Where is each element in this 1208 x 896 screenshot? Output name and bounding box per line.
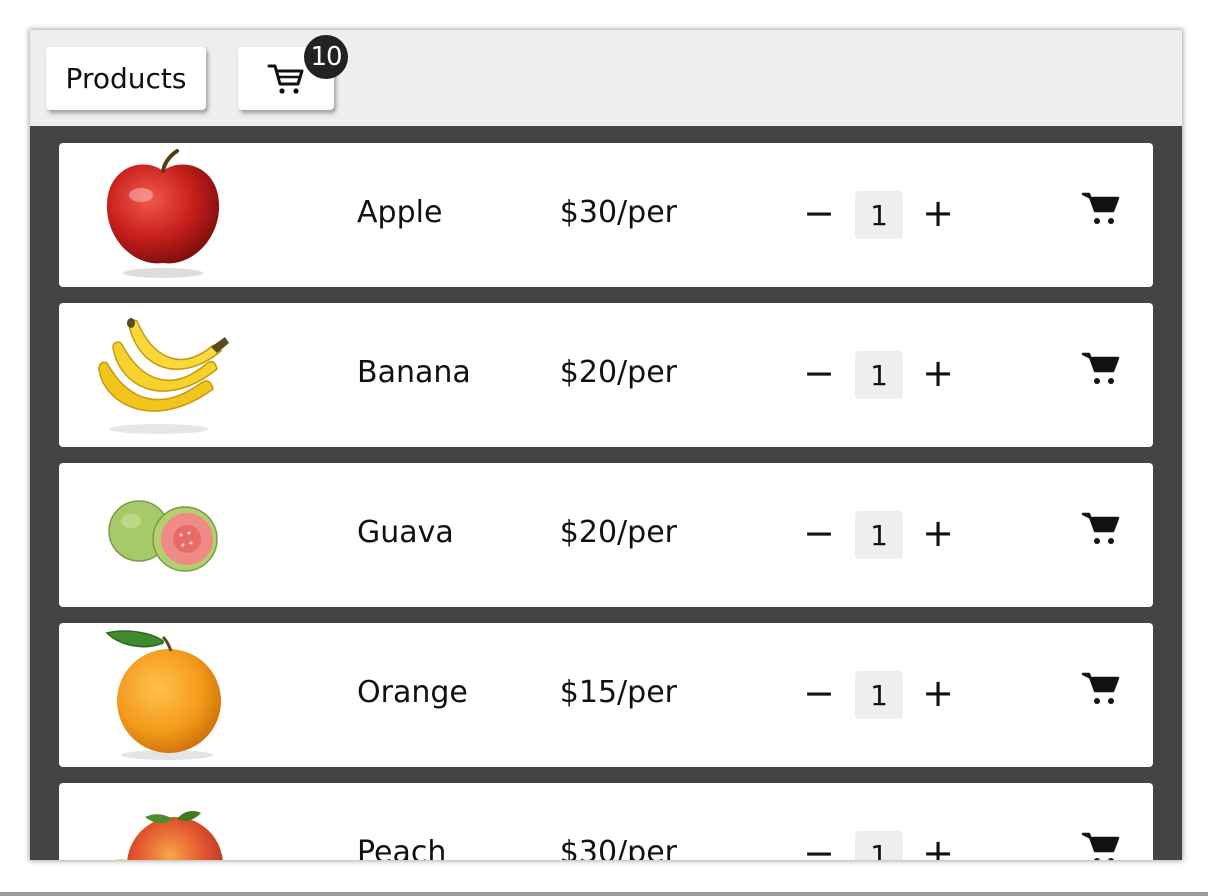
quantity-value: 1 [855, 511, 903, 559]
product-price: $30/per [559, 835, 677, 860]
quantity-value: 1 [855, 351, 903, 399]
increase-quantity-button[interactable]: + [918, 349, 958, 397]
quantity-value: 1 [855, 671, 903, 719]
peach-image [114, 811, 223, 860]
banana-image [98, 318, 229, 434]
product-row-apple: Apple $30/per − 1 + [59, 143, 1153, 287]
cart-button[interactable]: 10 [238, 35, 348, 110]
decrease-quantity-button[interactable]: − [799, 509, 839, 557]
apple-image [106, 149, 220, 278]
decrease-quantity-button[interactable]: − [799, 189, 839, 237]
app-window: Products 10 Apple $30/per − 1 + Banana $… [30, 30, 1182, 860]
cart-filled-icon[interactable] [1081, 511, 1121, 547]
product-row-peach: Peach $30/per − 1 + [59, 783, 1153, 860]
product-price: $20/per [559, 515, 677, 550]
increase-quantity-button[interactable]: + [918, 509, 958, 557]
increase-quantity-button[interactable]: + [918, 189, 958, 237]
product-price: $15/per [559, 675, 677, 710]
product-price: $30/per [559, 195, 677, 230]
product-row-orange: Orange $15/per − 1 + [59, 623, 1153, 767]
decrease-quantity-button[interactable]: − [799, 349, 839, 397]
product-name: Peach [357, 835, 447, 860]
decrease-quantity-button[interactable]: − [799, 829, 839, 860]
increase-quantity-button[interactable]: + [918, 669, 958, 717]
cart-outline-icon [267, 64, 304, 94]
cart-count-badge: 10 [304, 35, 348, 79]
cart-filled-icon[interactable] [1081, 351, 1121, 387]
top-navigation-bar: Products 10 [30, 30, 1182, 126]
cart-filled-icon[interactable] [1081, 191, 1121, 227]
product-row-banana: Banana $20/per − 1 + [59, 303, 1153, 447]
products-button[interactable]: Products [46, 47, 206, 110]
cart-filled-icon[interactable] [1081, 671, 1121, 707]
decrease-quantity-button[interactable]: − [799, 669, 839, 717]
product-name: Apple [357, 195, 443, 230]
quantity-value: 1 [855, 191, 903, 239]
guava-image [108, 500, 218, 572]
product-price: $20/per [559, 355, 677, 390]
quantity-value: 1 [855, 831, 903, 860]
product-name: Banana [357, 355, 471, 390]
product-row-guava: Guava $20/per − 1 + [59, 463, 1153, 607]
product-name: Orange [357, 675, 468, 710]
product-name: Guava [357, 515, 454, 550]
cart-filled-icon[interactable] [1081, 831, 1121, 860]
page-bottom-divider [0, 892, 1208, 896]
increase-quantity-button[interactable]: + [918, 829, 958, 860]
orange-image [105, 630, 221, 760]
